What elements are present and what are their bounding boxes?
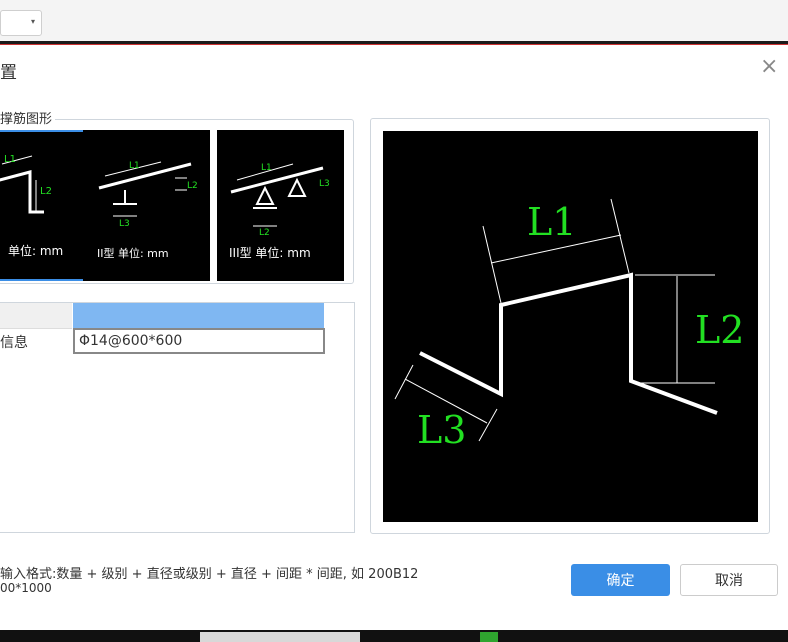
- dialog-title: 置: [0, 63, 17, 83]
- shape-3-label-l2: L2: [259, 228, 270, 238]
- rebar-info-input[interactable]: Φ14@600*600: [73, 328, 325, 354]
- chevron-down-icon: ▾: [30, 17, 35, 26]
- close-icon[interactable]: ×: [760, 56, 778, 78]
- shape-1-label-l1: L1: [4, 154, 16, 165]
- table-row-label: 信息: [0, 335, 28, 351]
- table-header-name: [0, 303, 72, 329]
- preview-label-l2: L2: [695, 308, 744, 352]
- preview-label-l3: L3: [417, 408, 466, 452]
- shape-2-label-l1: L1: [129, 161, 140, 171]
- background-divider-accent: [0, 44, 788, 45]
- cancel-button[interactable]: 取消: [680, 564, 778, 596]
- shape-2-label-l2: L2: [187, 181, 198, 191]
- table-header-value: [73, 303, 324, 328]
- format-hint: 输入格式:数量 + 级别 + 直径或级别 + 直径 + 间距 * 间距, 如 2…: [0, 567, 419, 582]
- shape-group-legend: 撑筋图形: [0, 108, 56, 127]
- shape-3-caption: III型 单位: mm: [229, 246, 311, 260]
- shape-1-caption: 单位: mm: [8, 244, 64, 258]
- shape-3-label-l1: L1: [261, 163, 272, 173]
- background-statusbar: [0, 630, 788, 642]
- background-statusbar-grid: [200, 632, 360, 642]
- shape-2-caption: II型 单位: mm: [97, 247, 169, 260]
- background-dropdown[interactable]: ▾: [0, 10, 42, 36]
- confirm-button[interactable]: 确定: [571, 564, 670, 596]
- shape-option-type-2[interactable]: L1 L2 L3 II型 单位: mm: [83, 130, 210, 281]
- preview-label-l1: L1: [527, 200, 576, 244]
- shape-option-type-3[interactable]: L1 L2 L3 III型 单位: mm: [217, 130, 344, 281]
- format-hint-continued: 00*1000: [0, 581, 52, 595]
- background-statusbar-indicator: [480, 632, 498, 642]
- background-toolbar: [0, 0, 788, 43]
- shape-1-label-l2: L2: [40, 186, 52, 197]
- preview-diagram: L1 L2 L3: [394, 198, 744, 452]
- shape-2-label-l3: L3: [119, 219, 130, 229]
- shape-preview: L1 L2 L3: [383, 131, 758, 522]
- shape-3-label-l3: L3: [319, 179, 330, 189]
